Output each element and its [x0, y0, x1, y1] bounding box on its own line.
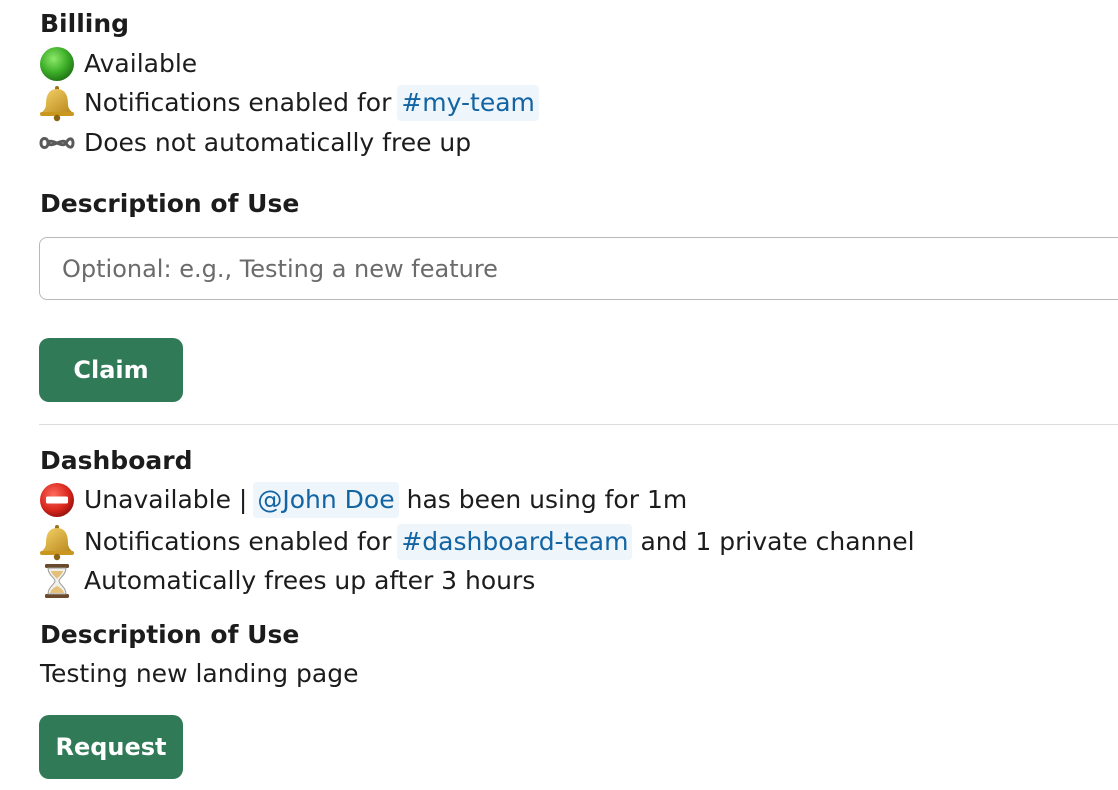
dashboard-notifications-suffix: and 1 private channel — [640, 527, 915, 556]
user-mention-john-doe[interactable]: @John Doe — [253, 482, 399, 518]
section-divider — [39, 424, 1118, 425]
billing-section: Billing — [40, 9, 1118, 39]
billing-status-text: Available — [84, 49, 198, 78]
channel-link-my-team[interactable]: #my-team — [397, 85, 539, 121]
dashboard-status-line: Unavailable | @John Doe has been using f… — [40, 480, 1118, 520]
dashboard-section: Dashboard — [40, 446, 1118, 476]
dashboard-title: Dashboard — [40, 446, 193, 475]
dashboard-status-text: Unavailable | — [84, 485, 248, 514]
claim-button[interactable]: Claim — [39, 338, 183, 402]
billing-freeup-line: Does not automatically free up — [38, 123, 1118, 163]
infinity-icon — [38, 124, 76, 162]
dashboard-notifications-line: Notifications enabled for #dashboard-tea… — [40, 522, 1118, 562]
billing-title: Billing — [40, 9, 130, 38]
bell-icon — [38, 84, 76, 122]
no-entry-icon — [38, 481, 76, 519]
dashboard-notifications-text: Notifications enabled for — [84, 527, 392, 556]
billing-status-line: Available — [40, 44, 1118, 84]
dashboard-usage-text: has been using for 1m — [406, 485, 688, 514]
channel-link-dashboard-team[interactable]: #dashboard-team — [397, 524, 633, 560]
dashboard-description-value: Testing new landing page — [40, 659, 359, 688]
bell-icon — [38, 523, 76, 561]
dashboard-freeup-text: Automatically frees up after 3 hours — [84, 566, 536, 595]
billing-notifications-text: Notifications enabled for — [84, 88, 392, 117]
dashboard-freeup-line: Automatically frees up after 3 hours — [40, 561, 1118, 601]
billing-description-heading: Description of Use — [40, 189, 300, 218]
dashboard-description-heading: Description of Use — [40, 620, 300, 649]
billing-freeup-text: Does not automatically free up — [84, 128, 472, 157]
dashboard-description-value-row: Testing new landing page — [40, 657, 1118, 691]
request-button[interactable]: Request — [39, 715, 183, 779]
hourglass-icon — [38, 562, 76, 600]
billing-notifications-line: Notifications enabled for #my-team — [40, 83, 1118, 123]
billing-description: Description of Use — [40, 189, 1118, 219]
dashboard-description: Description of Use — [40, 620, 1118, 650]
green-circle-icon — [38, 45, 76, 83]
description-input[interactable] — [39, 237, 1118, 300]
